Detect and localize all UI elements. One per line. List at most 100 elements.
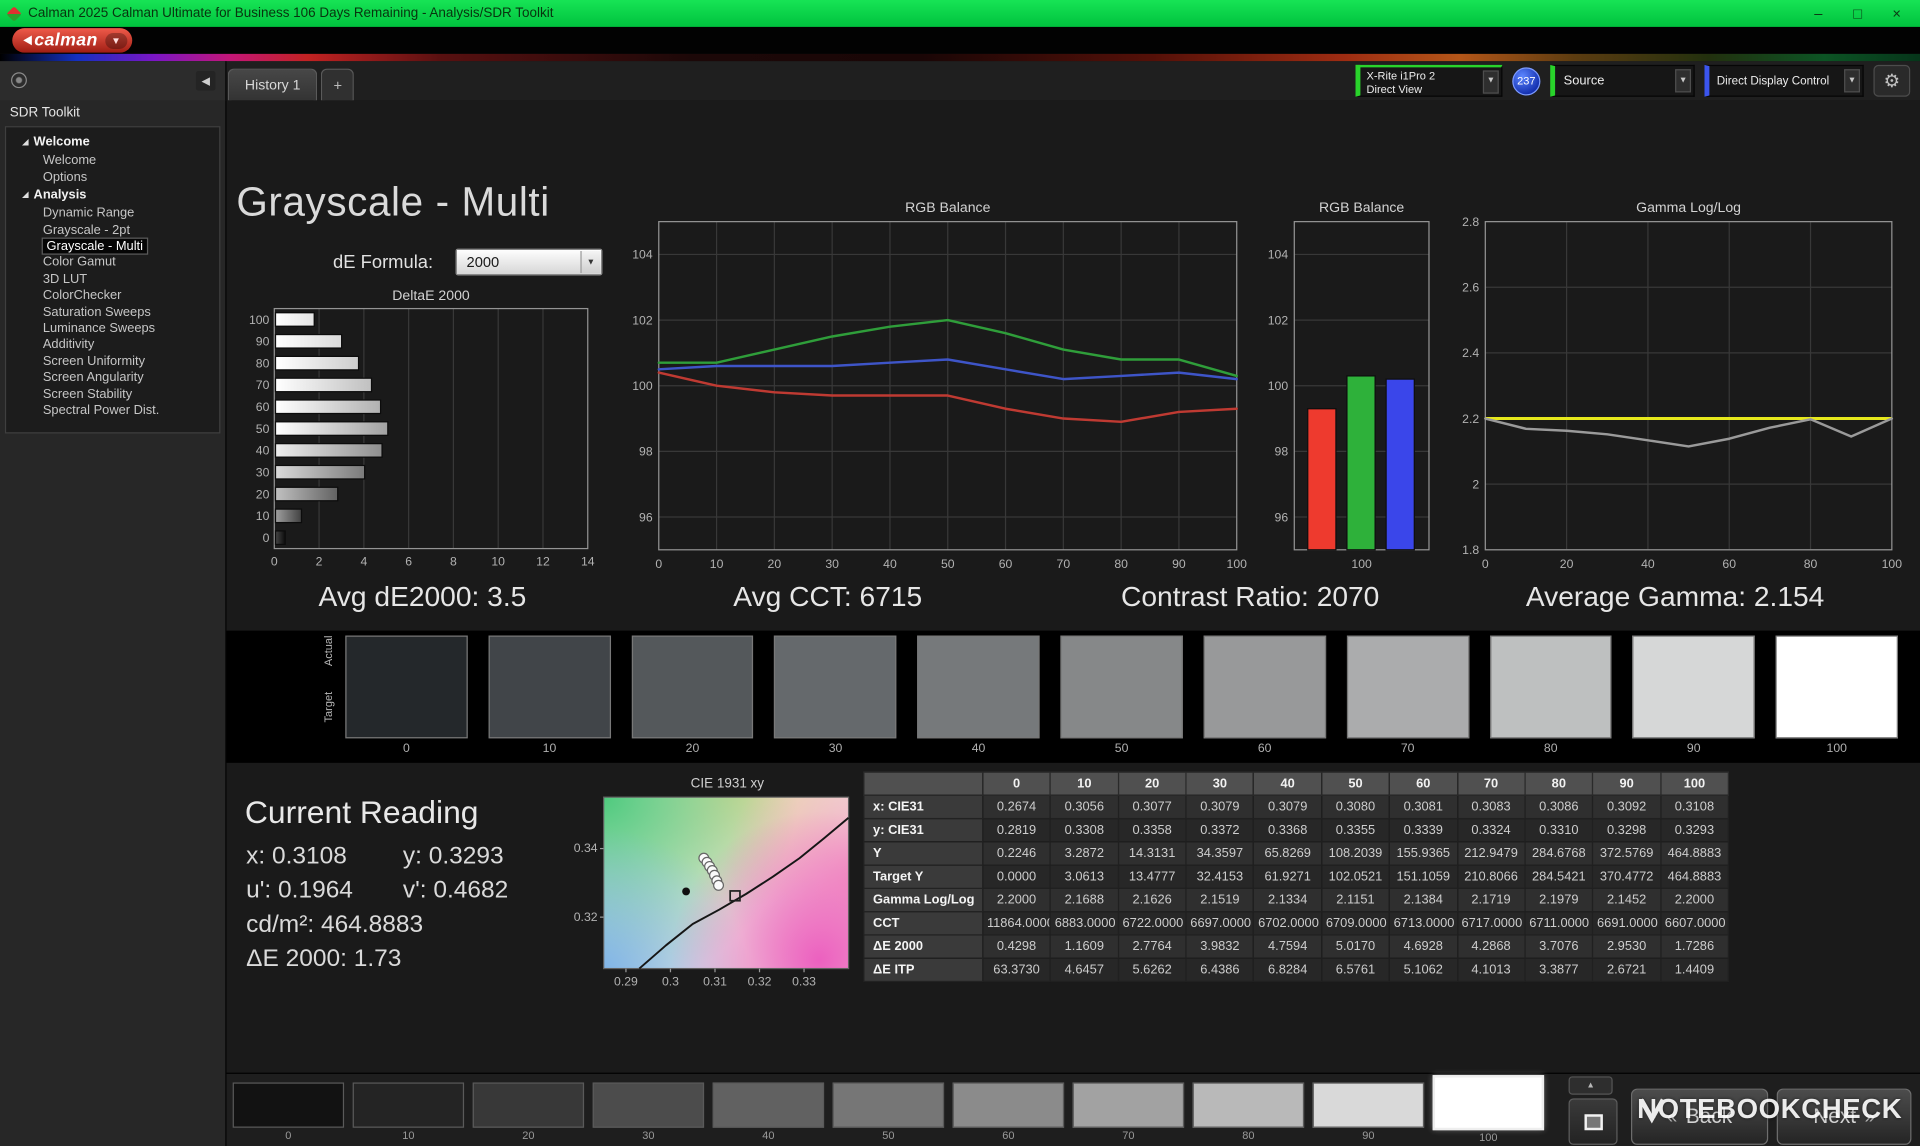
tree-section-welcome[interactable]: ◢Welcome bbox=[6, 133, 219, 153]
collapse-sidebar-button[interactable]: ◀ bbox=[196, 71, 216, 91]
table-cell: 284.6768 bbox=[1525, 842, 1593, 865]
tab-history-1[interactable]: History 1 bbox=[228, 69, 318, 101]
record-dot-button[interactable] bbox=[11, 72, 27, 88]
patch-70[interactable]: 70 bbox=[1073, 1082, 1184, 1143]
swatch-color bbox=[1060, 636, 1182, 739]
patch-40[interactable]: 40 bbox=[713, 1082, 824, 1143]
meter-dropdown[interactable]: X-Rite i1Pro 2 Direct View ▼ bbox=[1356, 65, 1503, 97]
tree-section-analysis[interactable]: ◢Analysis bbox=[6, 186, 219, 206]
sidebar-item-spectral-power-dist[interactable]: Spectral Power Dist. bbox=[6, 403, 219, 419]
current-reading-row: ΔE 2000: 1.73 bbox=[246, 945, 403, 973]
source-dropdown[interactable]: Source ▼ bbox=[1550, 65, 1694, 97]
calman-logo-menu[interactable]: calman ▼ bbox=[12, 28, 132, 52]
patch-80[interactable]: 80 bbox=[1193, 1082, 1304, 1143]
sidebar-item-3d-lut[interactable]: 3D LUT bbox=[6, 272, 219, 288]
patch-0[interactable]: 0 bbox=[233, 1082, 344, 1143]
svg-text:102: 102 bbox=[632, 313, 653, 327]
table-cell: 370.4772 bbox=[1593, 865, 1661, 888]
patch-label: 20 bbox=[473, 1129, 584, 1141]
svg-text:0.32: 0.32 bbox=[574, 910, 598, 924]
patch-90[interactable]: 90 bbox=[1313, 1082, 1424, 1143]
svg-text:0.34: 0.34 bbox=[574, 841, 598, 855]
table-cell: 0.2674 bbox=[983, 795, 1051, 818]
sidebar-item-grayscale-multi[interactable]: Grayscale - Multi bbox=[6, 239, 219, 255]
cie-chart: CIE 1931 xy 0.320.340.290.30.310.320.33 bbox=[567, 776, 861, 1004]
table-cell: 6691.0000 bbox=[1593, 912, 1661, 935]
back-button[interactable]: « Back bbox=[1631, 1089, 1768, 1145]
svg-text:2.6: 2.6 bbox=[1462, 281, 1479, 295]
table-cell: 0.3056 bbox=[1050, 795, 1118, 818]
table-cell: 0.3324 bbox=[1457, 819, 1525, 842]
sidebar-item-additivity[interactable]: Additivity bbox=[6, 337, 219, 353]
sidebar-item-screen-stability[interactable]: Screen Stability bbox=[6, 387, 219, 403]
table-cell: 1.4409 bbox=[1661, 958, 1729, 981]
luminance-badge[interactable]: 237 bbox=[1512, 67, 1540, 95]
sidebar-item-grayscale-2pt[interactable]: Grayscale - 2pt bbox=[6, 222, 219, 238]
reading-value: y: 0.3293 bbox=[403, 842, 560, 870]
table-cell: 3.2872 bbox=[1050, 842, 1118, 865]
minimize-button[interactable]: – bbox=[1800, 5, 1837, 22]
display-control-label: Direct Display Control bbox=[1717, 74, 1830, 87]
swatch-label: 90 bbox=[1633, 742, 1755, 755]
sidebar-item-options[interactable]: Options bbox=[6, 170, 219, 186]
sidebar-item-screen-angularity[interactable]: Screen Angularity bbox=[6, 370, 219, 386]
patch-50[interactable]: 50 bbox=[833, 1082, 944, 1143]
settings-gear-button[interactable]: ⚙ bbox=[1873, 65, 1910, 97]
svg-text:50: 50 bbox=[256, 422, 270, 436]
svg-text:20: 20 bbox=[256, 487, 270, 501]
expander-icon[interactable]: ◢ bbox=[22, 187, 29, 203]
bottom-bar: 0102030405060708090100 ▲ « Back Next » N… bbox=[227, 1073, 1920, 1146]
table-cell: 2.1626 bbox=[1118, 888, 1186, 911]
table-cell: 6883.0000 bbox=[1050, 912, 1118, 935]
sidebar-item-welcome[interactable]: Welcome bbox=[6, 153, 219, 169]
maximize-button[interactable]: □ bbox=[1839, 5, 1876, 22]
sidebar-item-colorchecker[interactable]: ColorChecker bbox=[6, 288, 219, 304]
target-label: Target bbox=[322, 692, 334, 723]
patch-30[interactable]: 30 bbox=[593, 1082, 704, 1143]
swatch-label: 10 bbox=[488, 742, 610, 755]
grayscale-swatch-20: 20 bbox=[631, 636, 753, 756]
patch-20[interactable]: 20 bbox=[473, 1082, 584, 1143]
svg-text:100: 100 bbox=[1227, 557, 1248, 571]
grayscale-swatch-100: 100 bbox=[1776, 636, 1898, 756]
sidebar-item-color-gamut[interactable]: Color Gamut bbox=[6, 255, 219, 271]
add-tab-button[interactable]: + bbox=[321, 69, 354, 101]
logo-dropdown-arrow-icon[interactable]: ▼ bbox=[105, 32, 127, 48]
patch-100[interactable]: 100 bbox=[1433, 1082, 1544, 1143]
swatch-color bbox=[345, 636, 467, 739]
de-formula-select[interactable]: 2000 ▼ bbox=[456, 249, 603, 276]
table-cell: 61.9271 bbox=[1254, 865, 1322, 888]
close-button[interactable]: × bbox=[1878, 5, 1915, 22]
meter-name: X-Rite i1Pro 2 bbox=[1367, 70, 1482, 84]
swatch-label: 40 bbox=[917, 742, 1039, 755]
chevron-down-icon[interactable]: ▼ bbox=[1844, 69, 1860, 92]
chevron-down-icon[interactable]: ▼ bbox=[1675, 69, 1691, 92]
patch-strip-up-button[interactable]: ▲ bbox=[1569, 1076, 1613, 1094]
current-reading-row: x: 0.3108y: 0.3293 bbox=[246, 842, 559, 870]
sidebar-item-saturation-sweeps[interactable]: Saturation Sweeps bbox=[6, 304, 219, 320]
patch-60[interactable]: 60 bbox=[953, 1082, 1064, 1143]
table-column-header: 80 bbox=[1525, 772, 1593, 795]
table-cell: 6717.0000 bbox=[1457, 912, 1525, 935]
sidebar-item-dynamic-range[interactable]: Dynamic Range bbox=[6, 206, 219, 222]
patch-10[interactable]: 10 bbox=[353, 1082, 464, 1143]
svg-text:RGB Balance: RGB Balance bbox=[1319, 199, 1404, 215]
svg-text:2.8: 2.8 bbox=[1462, 215, 1479, 229]
sidebar-item-screen-uniformity[interactable]: Screen Uniformity bbox=[6, 354, 219, 370]
table-row: x: CIE310.26740.30560.30770.30790.30790.… bbox=[864, 795, 1728, 818]
next-button[interactable]: Next » bbox=[1777, 1089, 1912, 1145]
stop-pattern-button[interactable] bbox=[1569, 1098, 1618, 1145]
svg-text:6: 6 bbox=[405, 555, 412, 569]
sidebar-header: ◀ bbox=[0, 61, 227, 100]
measurement-table: 0102030405060708090100x: CIE310.26740.30… bbox=[863, 771, 1729, 982]
expander-icon[interactable]: ◢ bbox=[22, 135, 29, 151]
table-cell: 0.3358 bbox=[1118, 819, 1186, 842]
display-control-dropdown[interactable]: Direct Display Control ▼ bbox=[1704, 65, 1863, 97]
logo-play-icon bbox=[23, 36, 32, 46]
svg-text:80: 80 bbox=[1804, 557, 1818, 571]
svg-text:100: 100 bbox=[632, 379, 653, 393]
chevron-down-icon[interactable]: ▼ bbox=[1483, 70, 1499, 93]
table-column-header: 50 bbox=[1322, 772, 1390, 795]
sidebar-item-luminance-sweeps[interactable]: Luminance Sweeps bbox=[6, 321, 219, 337]
svg-text:104: 104 bbox=[632, 248, 653, 262]
